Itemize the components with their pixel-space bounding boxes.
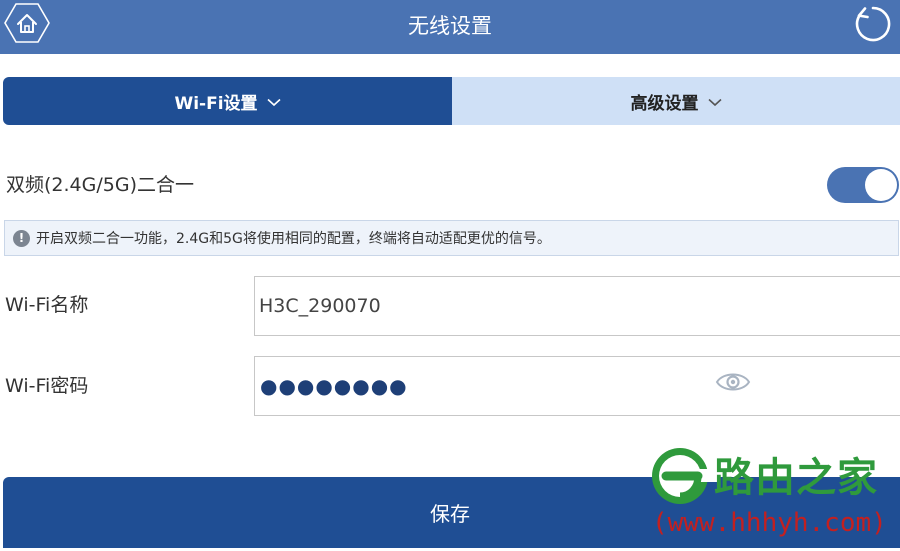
tab-advanced-settings[interactable]: 高级设置: [452, 77, 900, 125]
brand-logo-icon: [652, 448, 718, 504]
wifi-name-input[interactable]: [259, 277, 699, 335]
wifi-password-label: Wi-Fi密码: [5, 375, 89, 397]
page-title: 无线设置: [408, 14, 492, 38]
watermark: 路由之家 (www.hhhyh.com): [648, 446, 900, 548]
top-bar: 无线设置: [0, 0, 900, 54]
toggle-knob: [865, 169, 897, 201]
info-icon: !: [13, 229, 30, 247]
eye-icon: [715, 373, 751, 391]
wifi-password-field[interactable]: ●●●●●●●●: [254, 356, 900, 416]
info-notice: ! 开启双频二合一功能，2.4G和5G将使用相同的配置，终端将自动适配更优的信号…: [4, 220, 899, 256]
chevron-down-icon: [707, 92, 722, 112]
info-notice-text: 开启双频二合一功能，2.4G和5G将使用相同的配置，终端将自动适配更优的信号。: [36, 231, 551, 247]
tab-label: Wi-Fi设置: [174, 93, 258, 114]
settings-tabs: Wi-Fi设置 高级设置: [3, 77, 900, 125]
dual-band-label: 双频(2.4G/5G)二合一: [6, 174, 194, 196]
wifi-name-label: Wi-Fi名称: [5, 294, 89, 316]
dual-band-toggle[interactable]: [827, 167, 899, 203]
tab-wifi-settings[interactable]: Wi-Fi设置: [3, 77, 452, 125]
watermark-url: (www.hhhyh.com): [652, 508, 887, 538]
wifi-password-input[interactable]: ●●●●●●●●: [260, 371, 408, 401]
refresh-button[interactable]: [853, 4, 893, 44]
watermark-brand: 路由之家: [714, 455, 878, 501]
chevron-down-icon: [266, 92, 281, 112]
show-password-button[interactable]: [715, 369, 751, 395]
tab-label: 高级设置: [630, 93, 699, 114]
refresh-icon: [855, 6, 891, 42]
wifi-name-field: [254, 276, 900, 336]
